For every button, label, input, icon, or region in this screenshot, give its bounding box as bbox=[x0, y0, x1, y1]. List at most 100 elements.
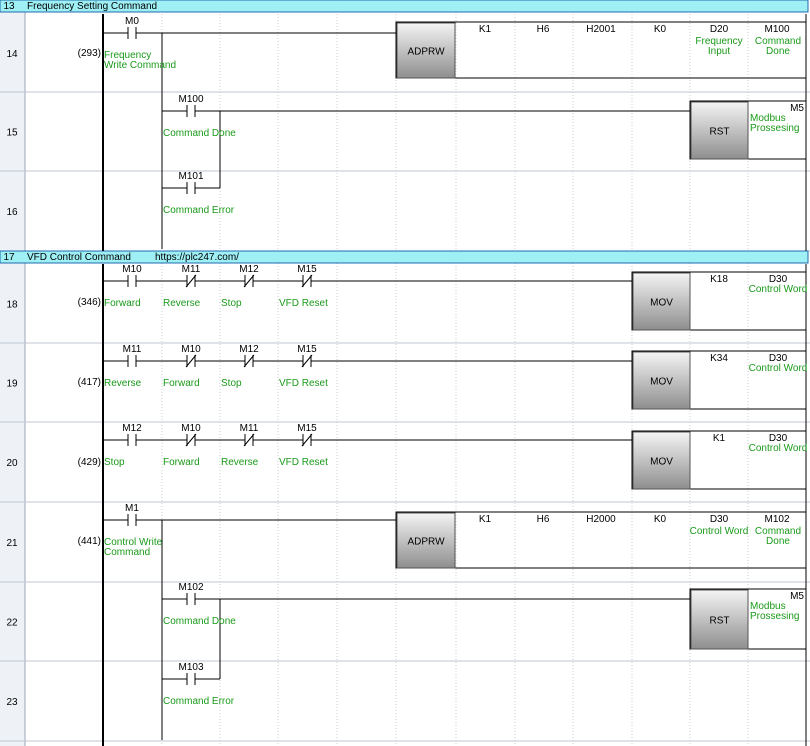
operand-r21-4: D30 bbox=[710, 514, 729, 525]
operand-comment-r14-c1: Frequency Input bbox=[695, 36, 742, 57]
row-number-r14: 14 bbox=[6, 49, 18, 60]
contact-comment-r23_m103: Command Error bbox=[163, 696, 235, 707]
contact-comment-r18_m12: Stop bbox=[221, 298, 242, 309]
operand-comment-r21-c1: Control Word bbox=[690, 526, 749, 537]
statement-url: https://plc247.com/ bbox=[155, 252, 239, 263]
ladder-editor: 13 Frequency Setting Command 17 VFD Control… bbox=[0, 0, 810, 746]
contact-device-r19_m15: M15 bbox=[297, 344, 317, 355]
operand-r14-0: K1 bbox=[479, 24, 492, 35]
operand-comment-r14-c2: Command Done bbox=[755, 36, 801, 57]
step-number-s18: (346) bbox=[78, 297, 101, 308]
operand-r14-3: K0 bbox=[654, 24, 667, 35]
row-number-r22: 22 bbox=[6, 618, 18, 629]
instruction-r15-label: RST bbox=[710, 127, 730, 138]
contact-device-r20_m12: M12 bbox=[122, 423, 142, 434]
operand-r21-5: M102 bbox=[764, 514, 789, 525]
contact-r19_m10[interactable]: M10 Forward bbox=[163, 344, 201, 389]
operand-r21-3: K0 bbox=[654, 514, 667, 525]
row-number-r23: 23 bbox=[6, 697, 18, 708]
step-number-s20: (429) bbox=[78, 457, 101, 468]
operand-comment-r20: Control Word bbox=[749, 443, 808, 454]
contact-device-r19_m12: M12 bbox=[239, 344, 259, 355]
operand-comment-r18: Control Word bbox=[749, 284, 808, 295]
contact-device-r18_m10: M10 bbox=[122, 264, 142, 275]
operand-r15-dev: M5 bbox=[790, 103, 804, 114]
contact-device-r21_m1: M1 bbox=[125, 503, 139, 514]
instruction-r20-label: MOV bbox=[650, 457, 673, 468]
contact-device-r18_m12: M12 bbox=[239, 264, 259, 275]
contact-r18_m12[interactable]: M12 Stop bbox=[221, 264, 259, 309]
operand-comment-r19: Control Word bbox=[749, 363, 808, 374]
contact-r21_m1[interactable]: M1 Control Write Command bbox=[104, 503, 163, 558]
contact-r18_m11[interactable]: M11 Reverse bbox=[163, 264, 201, 309]
contact-comment-r19_m11: Reverse bbox=[104, 378, 142, 389]
contact-comment-r20_m12: Stop bbox=[104, 457, 125, 468]
statement-text-h13: Frequency Setting Command bbox=[27, 1, 157, 12]
contact-r19_m11[interactable]: M11 Reverse bbox=[104, 344, 142, 389]
contact-comment-r22_m102: Command Done bbox=[163, 616, 236, 627]
operand-r21-0: K1 bbox=[479, 514, 492, 525]
contact-r14_m0[interactable]: M0 Frequency Write Command bbox=[104, 16, 176, 71]
contact-device-r15_m100: M100 bbox=[178, 94, 203, 105]
contact-r19_m12[interactable]: M12 Stop bbox=[221, 344, 259, 389]
contact-r18_m15[interactable]: M15 VFD Reset bbox=[279, 264, 328, 309]
row-number-r16: 16 bbox=[6, 207, 18, 218]
row-number-r20: 20 bbox=[6, 458, 18, 469]
contact-r16_m101[interactable]: M101 Command Error bbox=[163, 171, 235, 216]
operand-r21-2: H2000 bbox=[586, 514, 616, 525]
contact-r20_m12[interactable]: M12 Stop bbox=[104, 423, 142, 468]
operand-comment-r22: Modbus Prossesing bbox=[750, 601, 799, 622]
contact-r18_m10[interactable]: M10 Forward bbox=[104, 264, 142, 309]
contact-device-r16_m101: M101 bbox=[178, 171, 203, 182]
instruction-r18-label: MOV bbox=[650, 298, 673, 309]
contact-r23_m103[interactable]: M103 Command Error bbox=[163, 662, 235, 707]
contact-device-r20_m11: M11 bbox=[240, 423, 259, 434]
contact-device-r14_m0: M0 bbox=[125, 16, 139, 27]
line-number-gutter bbox=[0, 0, 25, 746]
operand-r14-4: D20 bbox=[710, 24, 729, 35]
contact-comment-r18_m10: Forward bbox=[104, 298, 141, 309]
operand-r22-dev: M5 bbox=[790, 591, 804, 602]
instruction-r19-label: MOV bbox=[650, 377, 673, 388]
contact-comment-r18_m11: Reverse bbox=[163, 298, 201, 309]
operand-r14-2: H2001 bbox=[586, 24, 616, 35]
contact-device-r18_m11: M11 bbox=[182, 264, 201, 275]
step-number-s21: (441) bbox=[78, 536, 101, 547]
contact-comment-r19_m10: Forward bbox=[163, 378, 200, 389]
contact-comment-r20_m11: Reverse bbox=[221, 457, 259, 468]
contact-comment-r19_m15: VFD Reset bbox=[279, 378, 328, 389]
contact-device-r20_m10: M10 bbox=[181, 423, 201, 434]
contact-r19_m15[interactable]: M15 VFD Reset bbox=[279, 344, 328, 389]
statement-text-h17: VFD Control Command bbox=[27, 252, 131, 263]
contact-comment-r16_m101: Command Error bbox=[163, 205, 235, 216]
contact-device-r20_m15: M15 bbox=[297, 423, 317, 434]
contact-r15_m100[interactable]: M100 Command Done bbox=[163, 94, 236, 139]
contact-r20_m15[interactable]: M15 VFD Reset bbox=[279, 423, 328, 468]
contact-r20_m10[interactable]: M10 Forward bbox=[163, 423, 201, 468]
instruction-r14-label: ADPRW bbox=[407, 47, 445, 58]
contact-comment-r14_m0: Frequency Write Command bbox=[104, 50, 176, 71]
operand-r14-5: M100 bbox=[764, 24, 789, 35]
row-number-r15: 15 bbox=[6, 128, 18, 139]
contact-comment-r20_m10: Forward bbox=[163, 457, 200, 468]
contact-comment-r19_m12: Stop bbox=[221, 378, 242, 389]
operand-r20-op1: K1 bbox=[713, 433, 726, 444]
operand-r19-op1: K34 bbox=[710, 353, 728, 364]
row-number-r19: 19 bbox=[6, 379, 18, 390]
ladder-diagram: 13 Frequency Setting Command 17 VFD Control… bbox=[0, 0, 810, 746]
row-number-r17: 17 bbox=[3, 252, 15, 263]
row-number-r21: 21 bbox=[6, 538, 18, 549]
instruction-r22-label: RST bbox=[710, 616, 730, 627]
contact-comment-r21_m1: Control Write Command bbox=[104, 537, 163, 558]
operand-comment-r15: Modbus Prossesing bbox=[750, 113, 799, 134]
contact-r22_m102[interactable]: M102 Command Done bbox=[163, 582, 236, 627]
contact-device-r19_m10: M10 bbox=[181, 344, 201, 355]
contact-comment-r20_m15: VFD Reset bbox=[279, 457, 328, 468]
contact-device-r19_m11: M11 bbox=[123, 344, 142, 355]
row-number-r18: 18 bbox=[6, 300, 18, 311]
instruction-r21-label: ADPRW bbox=[407, 537, 445, 548]
contact-r20_m11[interactable]: M11 Reverse bbox=[221, 423, 259, 468]
operand-r14-1: H6 bbox=[537, 24, 550, 35]
contact-device-r23_m103: M103 bbox=[178, 662, 203, 673]
operand-r18-op1: K18 bbox=[710, 274, 728, 285]
